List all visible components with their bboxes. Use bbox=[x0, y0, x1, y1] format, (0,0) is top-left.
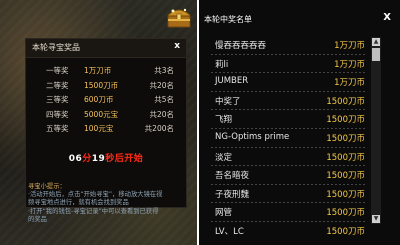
prize-row: 三等奖 600刀币 共5名 bbox=[32, 94, 178, 109]
winner-reward: 1500刀币 bbox=[326, 226, 365, 237]
tips-line: 频寻宝地点进行，就有机会找到奖品 bbox=[28, 199, 129, 207]
winner-name: 网管 bbox=[215, 208, 233, 219]
prize-list: 一等奖 1万刀币 共3名 二等奖 1500刀币 共20名 三等奖 600刀币 共… bbox=[32, 65, 178, 138]
treasure-panel-title: 本轮寻宝奖品 bbox=[32, 43, 80, 52]
prize-row: 四等奖 5000元宝 共20名 bbox=[32, 109, 178, 124]
row-divider bbox=[211, 72, 365, 74]
row-divider bbox=[211, 202, 365, 204]
winner-reward: 1500刀币 bbox=[326, 152, 365, 163]
winner-row: 飞翔 1500刀币 bbox=[211, 111, 365, 130]
row-divider bbox=[211, 146, 365, 148]
winner-name: NG-Optims prime bbox=[215, 131, 290, 142]
prize-reward: 1500刀币 bbox=[84, 80, 119, 90]
prize-reward: 5000元宝 bbox=[84, 109, 119, 119]
tips-line: ·打开“我的钱包-寻宝记录”中可以查看到已获得 bbox=[28, 207, 159, 215]
treasure-tips: 寻宝小提示： ·活动开始后，点击“开始寻宝”，移动放大镜在视 频寻宝地点进行，就… bbox=[28, 183, 176, 224]
prize-count: 共3名 bbox=[154, 66, 174, 75]
scroll-up-icon[interactable]: ▲ bbox=[372, 38, 380, 46]
row-divider bbox=[211, 53, 365, 55]
tips-line: 的奖品 bbox=[28, 215, 47, 223]
prize-row: 二等奖 1500刀币 共20名 bbox=[32, 80, 178, 95]
winner-row: LV、LC 1500刀币 bbox=[211, 223, 365, 242]
winners-list: 慢吞吞吞吞吞 1万刀币 莉li 1万刀币 JUMBER 1万刀币 中奖了 150… bbox=[211, 37, 365, 242]
winners-scrollbar[interactable]: ▲ ▼ bbox=[371, 37, 381, 224]
winner-row: JUMBER 1万刀币 bbox=[211, 74, 365, 93]
prize-row: 五等奖 100元宝 共200名 bbox=[32, 123, 178, 138]
prize-count: 共200名 bbox=[144, 124, 174, 133]
winners-header: 本轮中奖名单 X bbox=[199, 0, 400, 32]
winner-row: 子夜刑魏 1500刀币 bbox=[211, 186, 365, 205]
prize-rank: 四等奖 bbox=[46, 109, 69, 119]
winner-name: 子夜刑魏 bbox=[215, 189, 250, 200]
prize-row: 一等奖 1万刀币 共3名 bbox=[32, 65, 178, 80]
winner-name: LV、LC bbox=[215, 226, 244, 237]
winner-row: 莉li 1万刀币 bbox=[211, 56, 365, 75]
winner-reward: 1万刀币 bbox=[334, 78, 365, 89]
countdown-minutes: 06 bbox=[68, 154, 83, 164]
winners-panel: 本轮中奖名单 X 慢吞吞吞吞吞 1万刀币 莉li 1万刀币 JUMBER 1万刀… bbox=[199, 0, 400, 245]
winner-row: 淡定 1500刀币 bbox=[211, 149, 365, 168]
winner-reward: 1500刀币 bbox=[326, 189, 365, 200]
winner-reward: 1500刀币 bbox=[326, 171, 365, 182]
row-divider bbox=[211, 183, 365, 185]
winner-name: 飞翔 bbox=[215, 115, 233, 126]
winners-close-button[interactable]: X bbox=[383, 12, 391, 23]
winner-row: 网管 1500刀币 bbox=[211, 204, 365, 223]
treasure-panel-header: 本轮寻宝奖品 x bbox=[26, 39, 186, 58]
treasure-panel-close-button[interactable]: x bbox=[174, 41, 180, 51]
row-divider bbox=[211, 109, 365, 111]
prize-rank: 五等奖 bbox=[46, 124, 69, 133]
winners-title: 本轮中奖名单 bbox=[204, 15, 252, 24]
winner-row: 慢吞吞吞吞吞 1万刀币 bbox=[211, 37, 365, 56]
winner-row: NG-Optims prime 1500刀币 bbox=[211, 130, 365, 149]
winner-reward: 1500刀币 bbox=[326, 115, 365, 126]
prize-rank: 二等奖 bbox=[46, 80, 69, 90]
scrollbar-thumb[interactable] bbox=[372, 48, 380, 61]
winner-reward: 1万刀币 bbox=[334, 41, 365, 51]
winner-reward: 1500刀币 bbox=[326, 133, 365, 144]
winner-name: JUMBER bbox=[215, 76, 249, 87]
prize-reward: 600刀币 bbox=[84, 95, 114, 104]
prize-count: 共5名 bbox=[154, 95, 174, 104]
winner-name: 吾名暗夜 bbox=[215, 171, 250, 182]
row-divider bbox=[211, 220, 365, 222]
winner-name: 淡定 bbox=[215, 152, 233, 163]
winner-name: 中奖了 bbox=[215, 96, 241, 107]
row-divider bbox=[211, 127, 365, 129]
tips-title: 寻宝小提示： bbox=[28, 183, 66, 190]
winner-reward: 1500刀币 bbox=[326, 208, 365, 219]
winner-row: 中奖了 1500刀币 bbox=[211, 93, 365, 112]
countdown-seconds: 19 bbox=[91, 154, 106, 164]
prize-rank: 一等奖 bbox=[46, 66, 69, 75]
row-divider bbox=[211, 165, 365, 167]
winner-row: 吾名暗夜 1500刀币 bbox=[211, 167, 365, 186]
treasure-chest-icon[interactable] bbox=[166, 6, 192, 28]
scroll-down-icon[interactable]: ▼ bbox=[372, 215, 380, 223]
prize-count: 共20名 bbox=[149, 109, 174, 119]
winner-name: 莉li bbox=[215, 59, 229, 70]
prize-count: 共20名 bbox=[149, 80, 174, 90]
countdown-minutes-unit: 分 bbox=[82, 154, 92, 164]
countdown-timer: 06分19秒后开始 bbox=[26, 151, 186, 164]
prize-reward: 100元宝 bbox=[84, 124, 114, 133]
prize-reward: 1万刀币 bbox=[84, 66, 112, 75]
countdown-seconds-unit: 秒后开始 bbox=[105, 154, 144, 164]
winner-reward: 1500刀币 bbox=[326, 96, 365, 107]
treasure-hunt-view: 本轮寻宝奖品 x 一等奖 1万刀币 共3名 二等奖 1500刀币 共20名 三等… bbox=[0, 0, 197, 245]
winner-reward: 1万刀币 bbox=[334, 59, 365, 70]
winner-name: 慢吞吞吞吞吞 bbox=[215, 41, 267, 51]
row-divider bbox=[211, 90, 365, 92]
prize-rank: 三等奖 bbox=[46, 95, 69, 104]
